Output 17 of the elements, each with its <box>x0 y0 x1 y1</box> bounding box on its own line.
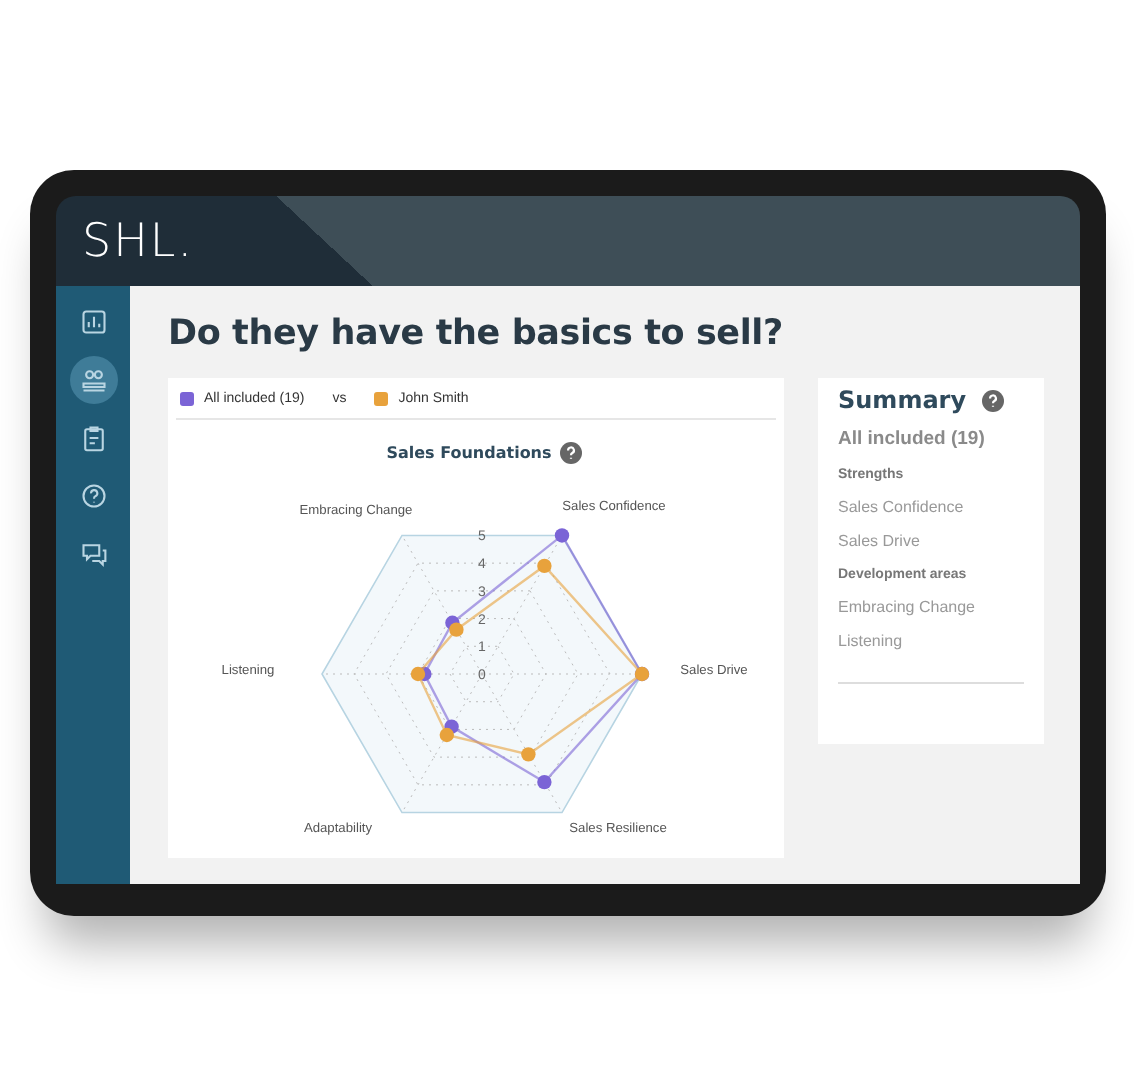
summary-item: Sales Drive <box>838 532 922 550</box>
logo: SHL. <box>82 215 195 267</box>
sidebar-item[interactable] <box>69 356 117 404</box>
bar-chart-icon <box>79 308 107 336</box>
summary-title: Summary <box>838 386 967 414</box>
summary-group: All included (19) <box>838 428 1024 450</box>
people-icon <box>79 366 107 394</box>
help-icon <box>79 482 107 510</box>
help-icon[interactable] <box>982 389 1005 411</box>
help-icon[interactable] <box>559 441 582 463</box>
summary-item: Sales Confidence <box>838 498 966 516</box>
summary-item: Embracing Change <box>838 598 977 616</box>
clipboard-icon <box>79 424 107 452</box>
page-title: Do they have the basics to sell? <box>168 314 785 354</box>
chart-title: Sales Foundations <box>386 443 552 461</box>
chat-icon <box>79 540 107 568</box>
summary-item: Listening <box>838 632 905 650</box>
